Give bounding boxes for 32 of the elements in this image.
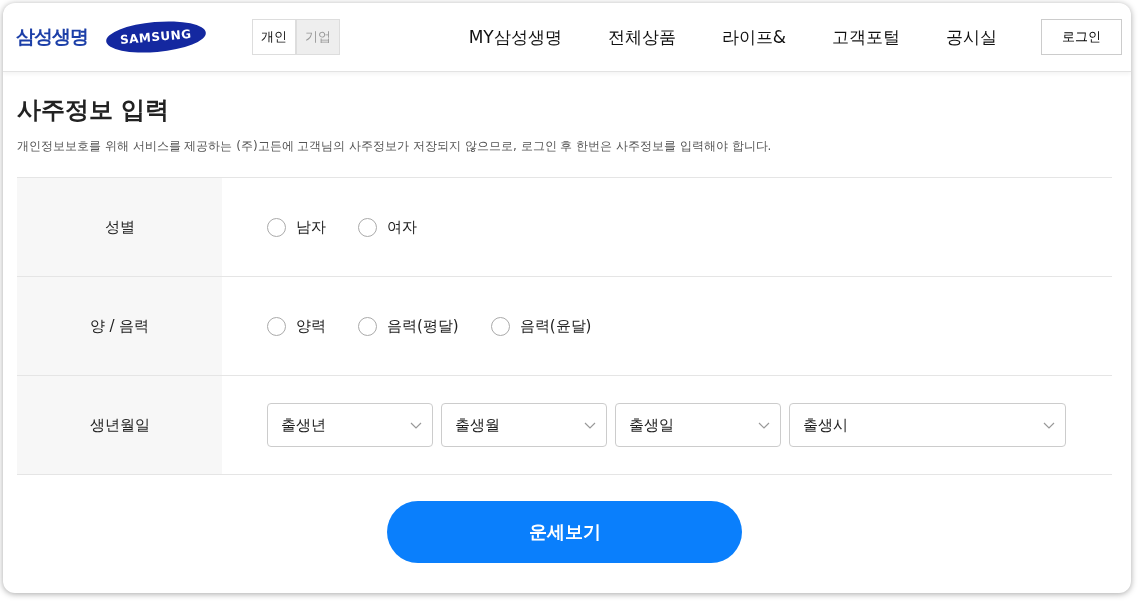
login-button[interactable]: 로그인: [1041, 19, 1122, 55]
chevron-down-icon: [1043, 421, 1055, 429]
radio-label: 남자: [296, 217, 326, 237]
radio-option[interactable]: 음력(평달): [358, 316, 459, 336]
radio-label: 음력(평달): [387, 316, 459, 336]
chevron-down-icon: [410, 421, 422, 429]
select-field[interactable]: 출생일: [615, 403, 781, 447]
row-label: 성별: [17, 178, 222, 276]
radio-option[interactable]: 여자: [358, 217, 417, 237]
row-label: 생년월일: [17, 376, 222, 474]
select-field[interactable]: 출생년: [267, 403, 433, 447]
radio-label: 음력(윤달): [519, 316, 592, 336]
select-field[interactable]: 출생시: [789, 403, 1066, 447]
row-label: 양 / 음력: [17, 277, 222, 375]
brand-logo[interactable]: 삼성생명: [16, 24, 88, 50]
notice-text: 개인정보보호를 위해 서비스를 제공하는 (주)고든에 고객님의 사주정보가 저장되지 않으므로, 로그인 후 한번은 사주정보를 입력해야 합니다.: [17, 138, 773, 155]
radio-option[interactable]: 남자: [267, 217, 326, 237]
nav-link[interactable]: MY삼성생명: [468, 25, 562, 49]
nav-link[interactable]: 공시실: [946, 25, 997, 49]
nav-link[interactable]: 전체상품: [607, 25, 676, 49]
radio-option[interactable]: 양력: [267, 316, 326, 336]
radio-option[interactable]: 음력(윤달): [490, 316, 592, 336]
submit-button[interactable]: 운세보기: [387, 501, 742, 563]
radio-label: 여자: [387, 217, 417, 237]
segment-tab[interactable]: 개인: [251, 19, 296, 55]
radio-label: 양력: [296, 316, 326, 336]
select-field[interactable]: 출생월: [441, 403, 607, 447]
nav-link[interactable]: 고객포털: [832, 25, 900, 49]
nav-link[interactable]: 라이프&: [721, 25, 786, 49]
chevron-down-icon: [758, 421, 770, 429]
page-title: 사주정보 입력: [17, 95, 171, 126]
chevron-down-icon: [584, 421, 596, 429]
